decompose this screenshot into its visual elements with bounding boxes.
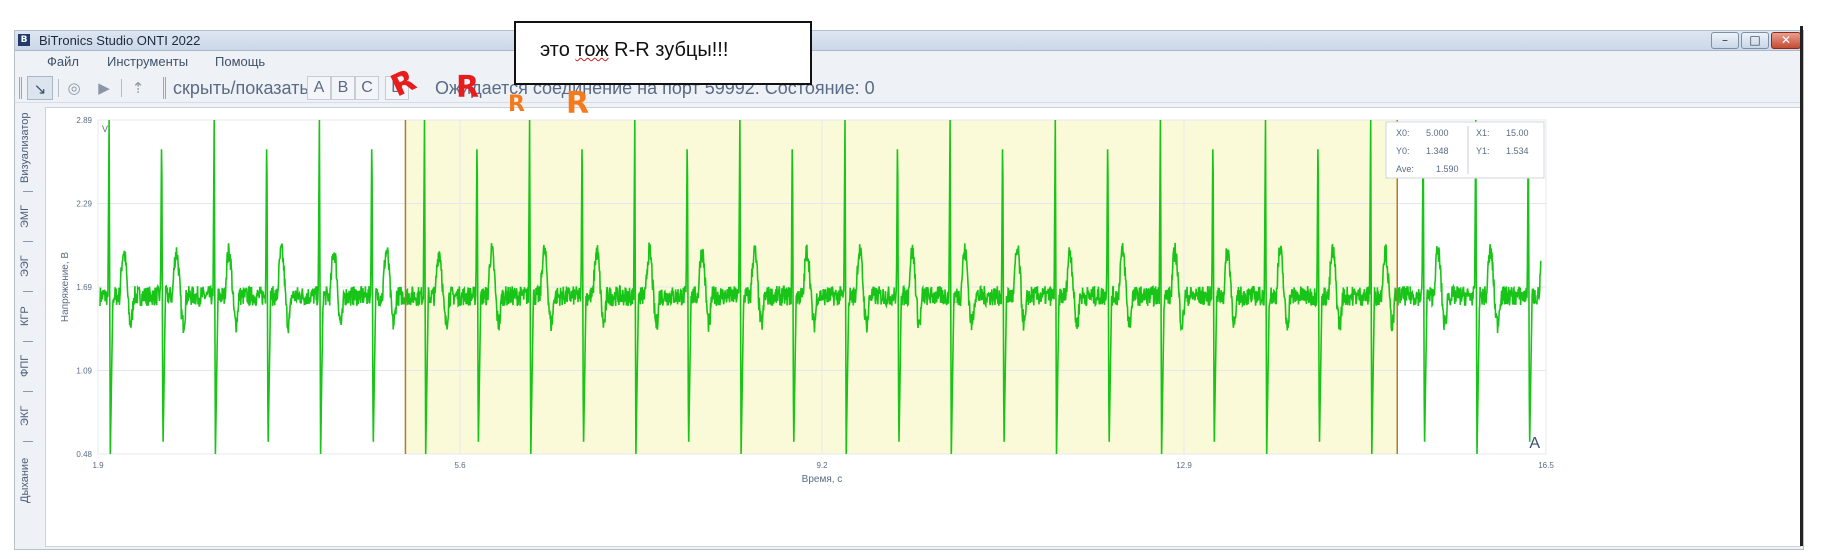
window-shadow-edge bbox=[1800, 26, 1803, 546]
annotation-callout: это тож R-R зубцы!!! bbox=[514, 21, 812, 85]
x-tick-label: 16.5 bbox=[1538, 461, 1554, 470]
orange-handwritten-mark-2: R bbox=[566, 86, 590, 121]
marker-icon[interactable]: ⇡ bbox=[125, 76, 151, 100]
readout-x0-value: 5.000 bbox=[1426, 128, 1449, 138]
annotation-text-after: R-R зубцы!!! bbox=[608, 39, 729, 61]
y-tick-label: 0.48 bbox=[76, 450, 92, 459]
tab-breathing[interactable]: Дыхание bbox=[19, 447, 39, 513]
annotation-text-underlined: тож bbox=[575, 39, 609, 61]
ecg-chart[interactable]: 0.48 1.09 1.69 2.29 2.89 1.9 5.6 9.2 12.9 16.5 Вре… bbox=[46, 108, 1802, 548]
y-tick-label: 1.69 bbox=[76, 283, 92, 292]
y-tick-label: 2.89 bbox=[76, 116, 92, 125]
chart-panel[interactable]: 0.48 1.09 1.69 2.29 2.89 1.9 5.6 9.2 12.9 16.5 Вре… bbox=[45, 107, 1801, 547]
record-icon[interactable]: ◎ bbox=[61, 76, 87, 100]
x-tick-label: 5.6 bbox=[454, 461, 466, 470]
readout-y0-label: Y0: bbox=[1396, 146, 1410, 156]
toolbar-grip[interactable] bbox=[19, 77, 22, 99]
readout-x0-label: X0: bbox=[1396, 128, 1410, 138]
channel-label: A bbox=[1529, 435, 1540, 452]
y-tick-label: 1.09 bbox=[76, 367, 92, 376]
readout-y1-value: 1.534 bbox=[1506, 146, 1529, 156]
tab-separator bbox=[23, 441, 33, 442]
menu-bar: Файл Инструменты Помощь bbox=[15, 51, 1803, 73]
side-tabs: Визуализатор ЭМГ ЭЭГ КГР ФПГ ЭКГ Дыхание bbox=[15, 107, 45, 547]
maximize-button[interactable]: □ bbox=[1741, 32, 1769, 49]
x-axis-label: Время, с bbox=[802, 474, 843, 485]
tab-separator bbox=[23, 391, 33, 392]
orange-handwritten-mark-1: R bbox=[508, 92, 525, 117]
readout-x1-value: 15.00 bbox=[1506, 128, 1529, 138]
y-tick-label: 2.29 bbox=[76, 200, 92, 209]
annotation-text: это тож R-R зубцы!!! bbox=[540, 39, 728, 62]
readout-ave-value: 1.590 bbox=[1436, 164, 1459, 174]
toolbar-separator bbox=[58, 79, 59, 97]
title-bar: B BiTronics Studio ONTI 2022 – □ ✕ bbox=[15, 31, 1803, 51]
tab-emg[interactable]: ЭМГ bbox=[19, 197, 39, 235]
tab-separator bbox=[23, 291, 33, 292]
tab-eeg[interactable]: ЭЭГ bbox=[19, 247, 39, 285]
menu-tools[interactable]: Инструменты bbox=[107, 54, 188, 69]
show-hide-label: скрыть/показать: bbox=[173, 78, 314, 98]
x-tick-label: 1.9 bbox=[92, 461, 104, 470]
play-icon[interactable]: ▶ bbox=[91, 76, 117, 100]
app-window: B BiTronics Studio ONTI 2022 – □ ✕ Файл … bbox=[14, 30, 1804, 550]
readout-ave-label: Ave: bbox=[1396, 164, 1414, 174]
toolbar-grip[interactable] bbox=[163, 77, 166, 99]
red-handwritten-mark-2: R bbox=[456, 70, 480, 105]
y-unit-corner-label: V bbox=[102, 124, 108, 134]
close-button[interactable]: ✕ bbox=[1771, 32, 1801, 49]
toolbar: ↘ ◎ ▶ ⇡ скрыть/показать: A B C D Ожидает… bbox=[15, 73, 1803, 103]
tab-separator bbox=[23, 191, 33, 192]
tab-gsr[interactable]: КГР bbox=[19, 297, 39, 335]
annotation-text-before: это bbox=[540, 39, 576, 61]
pointer-icon[interactable]: ↘ bbox=[27, 76, 53, 100]
channel-a-toggle[interactable]: A bbox=[307, 76, 331, 100]
app-logo-icon: B bbox=[18, 34, 30, 46]
toolbar-separator bbox=[121, 79, 122, 97]
tab-visualizer[interactable]: Визуализатор bbox=[19, 111, 39, 185]
menu-help[interactable]: Помощь bbox=[215, 54, 265, 69]
x-tick-label: 9.2 bbox=[816, 461, 828, 470]
readout-y0-value: 1.348 bbox=[1426, 146, 1449, 156]
tab-separator bbox=[23, 341, 33, 342]
menu-file[interactable]: Файл bbox=[47, 54, 79, 69]
tab-ppg[interactable]: ФПГ bbox=[19, 347, 39, 385]
tab-ecg[interactable]: ЭКГ bbox=[19, 397, 39, 435]
readout-y1-label: Y1: bbox=[1476, 146, 1490, 156]
minimize-button[interactable]: – bbox=[1711, 32, 1739, 49]
window-title: BiTronics Studio ONTI 2022 bbox=[39, 33, 201, 48]
channel-c-toggle[interactable]: C bbox=[355, 76, 379, 100]
y-axis-label: Напряжение, В bbox=[60, 252, 71, 323]
readout-x1-label: X1: bbox=[1476, 128, 1490, 138]
tab-separator bbox=[23, 241, 33, 242]
channel-b-toggle[interactable]: B bbox=[331, 76, 355, 100]
x-tick-label: 12.9 bbox=[1176, 461, 1192, 470]
